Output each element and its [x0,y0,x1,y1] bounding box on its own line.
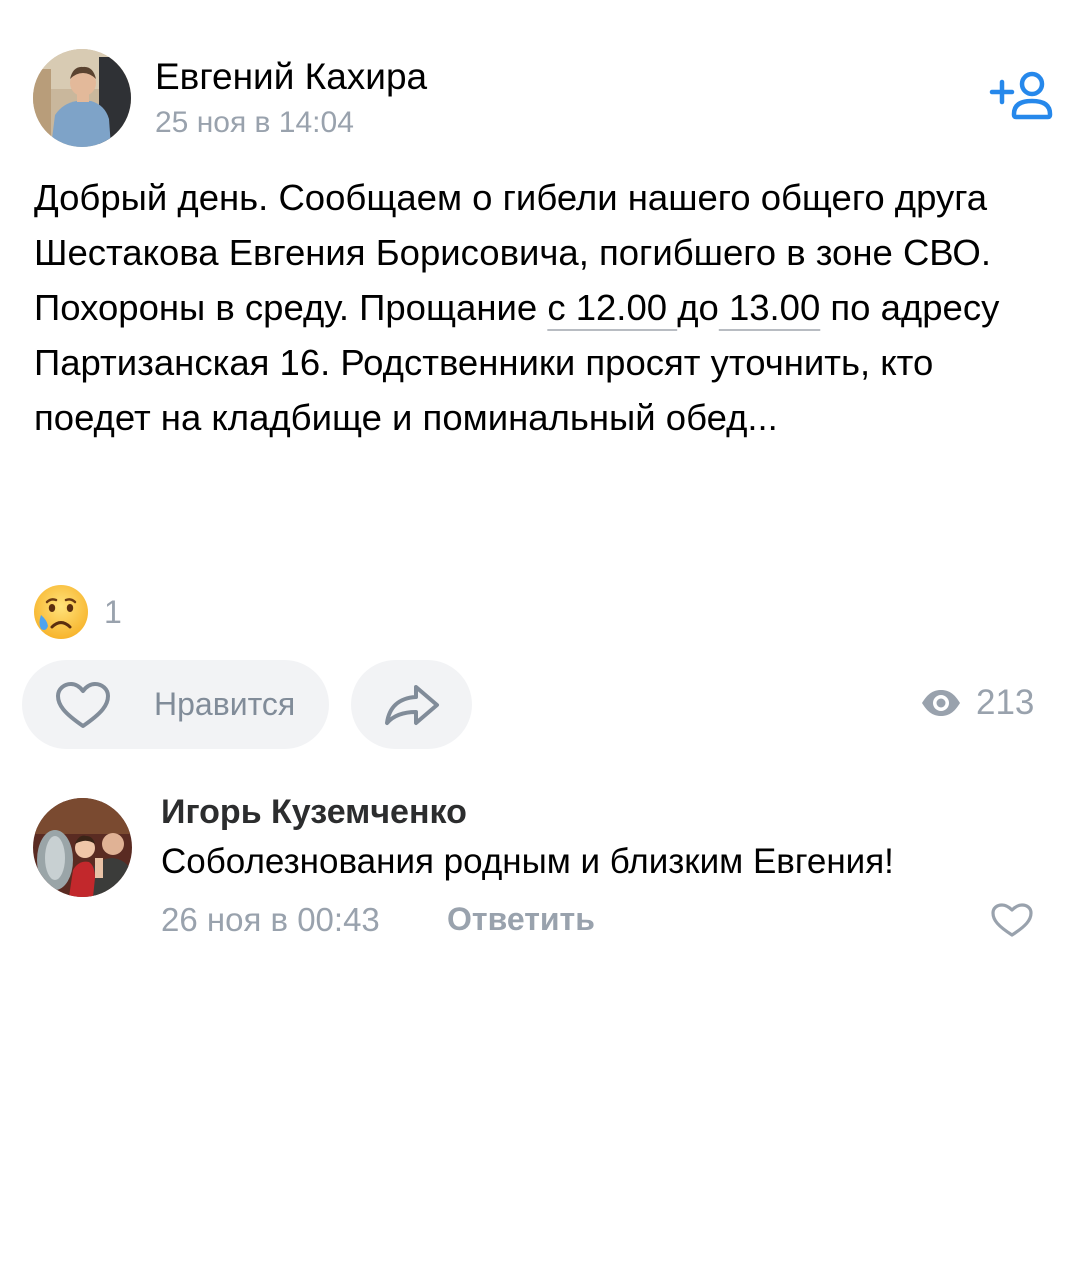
reaction-summary[interactable]: 1 [32,583,122,641]
post-timestamp[interactable]: 25 ноя в 14:04 [155,106,354,140]
post-paragraph: Добрый день. Сообщаем о гибели нашего об… [34,177,991,273]
commenter-avatar[interactable] [33,798,132,897]
views-count: 213 [976,683,1035,722]
views-counter: 213 [920,683,1034,723]
post-text-segment: Похороны в среду. Прощание [34,287,548,328]
post-text-segment: до [677,287,719,328]
like-label: Нравится [154,686,296,722]
comment-timestamp: 26 ноя в 00:43 [161,901,380,938]
heart-icon [56,681,110,728]
post-text: Добрый день. Сообщаем о гибели нашего об… [34,170,1044,445]
post-paragraph: Похороны в среду. Прощание с 12.00 до 13… [34,280,1044,445]
add-friend-button[interactable] [988,68,1058,122]
comment-text: Соболезнования родным и близким Евгения! [161,842,894,881]
share-arrow-icon [384,684,439,725]
reply-button[interactable]: Ответить [447,901,595,938]
avatar-photo [33,49,131,147]
eye-icon [922,690,960,716]
crying-face-emoji-icon [34,585,88,639]
reaction-count: 1 [104,593,122,630]
comment-like-button[interactable] [990,902,1034,938]
like-button[interactable]: Нравится [22,660,329,749]
author-avatar[interactable] [33,49,131,147]
time-link[interactable]: с 12.00 [547,287,677,328]
time-link[interactable]: 13.00 [719,287,820,328]
post-author-name[interactable]: Евгений Кахира [155,56,427,98]
add-friend-icon [989,71,1053,120]
share-button[interactable] [351,660,472,749]
comment-author-name[interactable]: Игорь Куземченко [161,793,467,832]
heart-icon [991,903,1033,937]
avatar-photo [33,798,132,897]
